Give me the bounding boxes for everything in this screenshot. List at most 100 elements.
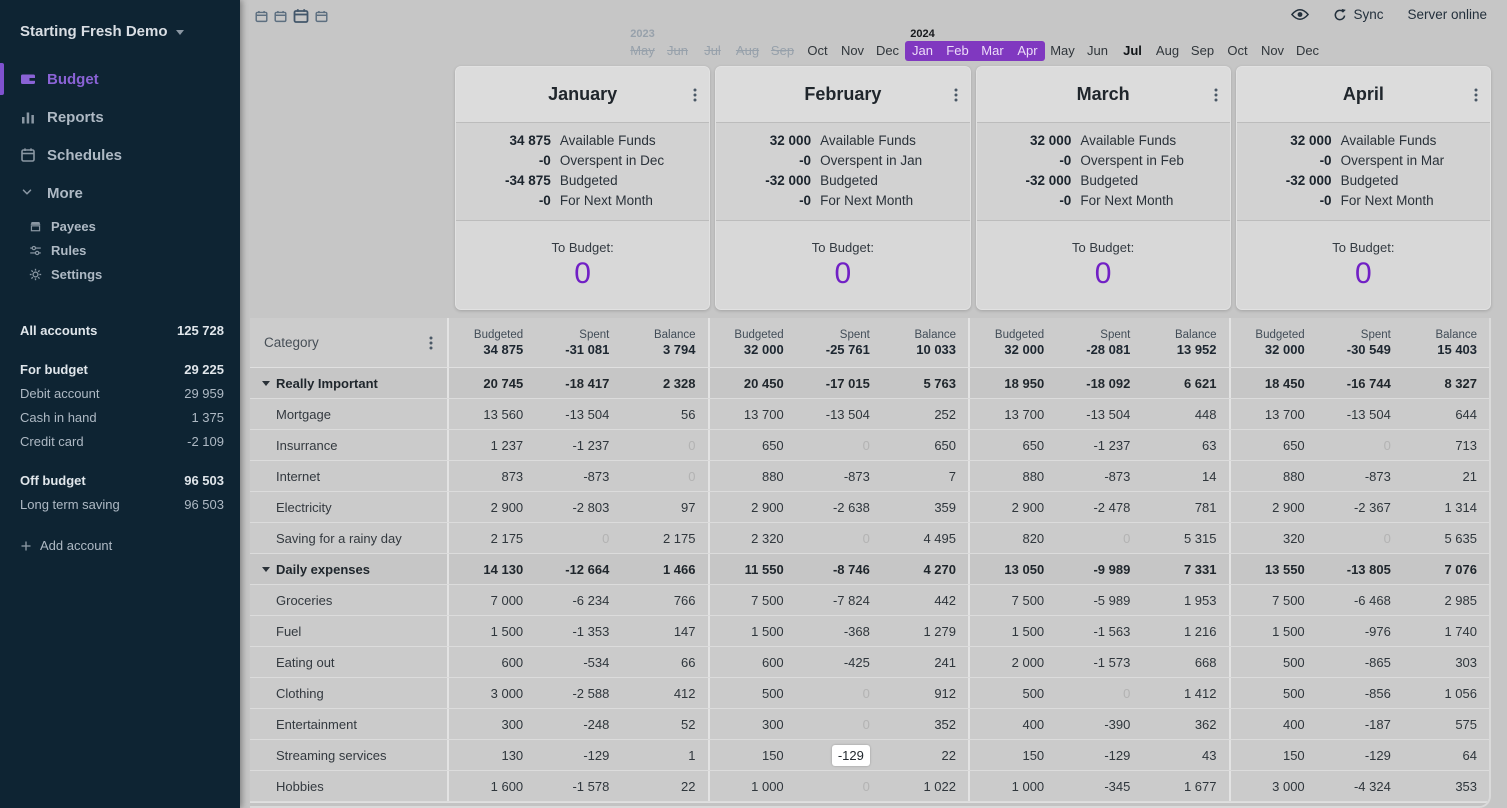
spent-cell[interactable]: -2 588: [535, 678, 621, 708]
balance-cell[interactable]: 22: [882, 740, 968, 770]
collapse-triangle-icon[interactable]: [262, 381, 270, 386]
balance-cell[interactable]: 4 270: [882, 554, 968, 584]
balance-cell[interactable]: 7 076: [1403, 554, 1489, 584]
spent-cell[interactable]: -129: [535, 740, 621, 770]
spent-cell[interactable]: -129: [1317, 740, 1403, 770]
balance-cell[interactable]: 2 328: [621, 368, 707, 398]
budgeted-cell[interactable]: 400: [1231, 709, 1317, 739]
budgeted-cell[interactable]: 2 900: [1231, 492, 1317, 522]
spent-cell[interactable]: 0: [796, 430, 882, 460]
month-nav-nov[interactable]: Nov: [835, 41, 870, 61]
category-name[interactable]: Hobbies: [250, 771, 447, 801]
budgeted-cell[interactable]: 1 000: [970, 771, 1056, 801]
kebab-menu-icon[interactable]: [954, 88, 958, 102]
budgeted-cell[interactable]: 13 560: [449, 399, 535, 429]
spent-cell[interactable]: -2 638: [796, 492, 882, 522]
budgeted-cell[interactable]: 13 550: [1231, 554, 1317, 584]
spent-cell[interactable]: -865: [1317, 647, 1403, 677]
spent-cell[interactable]: -856: [1317, 678, 1403, 708]
spent-cell[interactable]: 0: [1317, 430, 1403, 460]
spent-cell[interactable]: 0: [1056, 678, 1142, 708]
budgeted-cell[interactable]: 13 700: [710, 399, 796, 429]
spent-cell[interactable]: -12 664: [535, 554, 621, 584]
balance-cell[interactable]: 442: [882, 585, 968, 615]
budgeted-cell[interactable]: 2 900: [710, 492, 796, 522]
kebab-menu-icon[interactable]: [693, 88, 697, 102]
budgeted-cell[interactable]: 2 320: [710, 523, 796, 553]
balance-cell[interactable]: 52: [621, 709, 707, 739]
balance-cell[interactable]: 1 740: [1403, 616, 1489, 646]
budgeted-cell[interactable]: 500: [1231, 678, 1317, 708]
balance-cell[interactable]: 21: [1403, 461, 1489, 491]
balance-cell[interactable]: 1 022: [882, 771, 968, 801]
sidebar-item-budget[interactable]: Budget: [0, 60, 240, 98]
month-nav-mar[interactable]: Mar: [975, 41, 1010, 61]
budgeted-cell[interactable]: 18 950: [970, 368, 1056, 398]
column-header-budgeted[interactable]: Budgeted32 000: [710, 318, 796, 367]
spent-cell[interactable]: -6 234: [535, 585, 621, 615]
balance-cell[interactable]: 1: [621, 740, 707, 770]
balance-cell[interactable]: 7 331: [1142, 554, 1228, 584]
category-name[interactable]: Mortgage: [250, 399, 447, 429]
balance-cell[interactable]: 14: [1142, 461, 1228, 491]
balance-cell[interactable]: 97: [621, 492, 707, 522]
month-nav-jun[interactable]: Jun: [660, 41, 695, 61]
account-row-cash-in-hand[interactable]: Cash in hand1 375: [0, 405, 240, 429]
month-nav-feb[interactable]: Feb: [940, 41, 975, 61]
server-status-button[interactable]: Server online: [1407, 7, 1487, 22]
spent-cell[interactable]: -13 504: [1317, 399, 1403, 429]
spent-cell[interactable]: -13 504: [535, 399, 621, 429]
account-group-off-budget[interactable]: Off budget96 503: [0, 468, 240, 492]
column-header-balance[interactable]: Balance3 794: [621, 318, 707, 367]
collapse-triangle-icon[interactable]: [262, 567, 270, 572]
column-header-spent[interactable]: Spent-30 549: [1317, 318, 1403, 367]
account-row-credit-card[interactable]: Credit card-2 109: [0, 429, 240, 453]
spent-cell[interactable]: -9 989: [1056, 554, 1142, 584]
budgeted-cell[interactable]: 600: [449, 647, 535, 677]
balance-cell[interactable]: 56: [621, 399, 707, 429]
calendar-view-button-1[interactable]: [255, 10, 268, 23]
balance-cell[interactable]: 359: [882, 492, 968, 522]
category-name[interactable]: Daily expenses: [250, 554, 447, 584]
budgeted-cell[interactable]: 600: [710, 647, 796, 677]
add-account-button[interactable]: Add account: [0, 538, 240, 553]
spent-cell[interactable]: -2 367: [1317, 492, 1403, 522]
budgeted-cell[interactable]: 150: [970, 740, 1056, 770]
all-accounts-row[interactable]: All accounts125 728: [0, 318, 240, 342]
month-nav-aug[interactable]: Aug: [1150, 41, 1185, 61]
balance-cell[interactable]: 5 315: [1142, 523, 1228, 553]
to-budget-amount[interactable]: 0: [574, 257, 591, 291]
budgeted-cell[interactable]: 300: [449, 709, 535, 739]
budgeted-cell[interactable]: 7 000: [449, 585, 535, 615]
balance-cell[interactable]: 668: [1142, 647, 1228, 677]
budgeted-cell[interactable]: 880: [970, 461, 1056, 491]
balance-cell[interactable]: 5 763: [882, 368, 968, 398]
balance-cell[interactable]: 5 635: [1403, 523, 1489, 553]
balance-cell[interactable]: 2 985: [1403, 585, 1489, 615]
category-name[interactable]: Groceries: [250, 585, 447, 615]
balance-cell[interactable]: 147: [621, 616, 707, 646]
spent-cell[interactable]: 0: [535, 523, 621, 553]
balance-cell[interactable]: 1 412: [1142, 678, 1228, 708]
spent-cell[interactable]: 0: [1056, 523, 1142, 553]
column-header-budgeted[interactable]: Budgeted34 875: [449, 318, 535, 367]
highlighted-cell-value[interactable]: -129: [832, 745, 870, 766]
column-header-budgeted[interactable]: Budgeted32 000: [1231, 318, 1317, 367]
balance-cell[interactable]: 6 621: [1142, 368, 1228, 398]
month-nav-dec[interactable]: Dec: [1290, 41, 1325, 61]
category-name[interactable]: Electricity: [250, 492, 447, 522]
spent-cell[interactable]: -345: [1056, 771, 1142, 801]
budgeted-cell[interactable]: 14 130: [449, 554, 535, 584]
budgeted-cell[interactable]: 2 900: [449, 492, 535, 522]
balance-cell[interactable]: 8 327: [1403, 368, 1489, 398]
budgeted-cell[interactable]: 300: [710, 709, 796, 739]
balance-cell[interactable]: 1 677: [1142, 771, 1228, 801]
spent-cell[interactable]: -17 015: [796, 368, 882, 398]
sidebar-item-settings[interactable]: Settings: [0, 262, 240, 286]
category-name[interactable]: Saving for a rainy day: [250, 523, 447, 553]
calendar-view-button-2[interactable]: [274, 10, 287, 23]
budgeted-cell[interactable]: 1 600: [449, 771, 535, 801]
balance-cell[interactable]: 241: [882, 647, 968, 677]
balance-cell[interactable]: 64: [1403, 740, 1489, 770]
category-name[interactable]: Entertainment: [250, 709, 447, 739]
